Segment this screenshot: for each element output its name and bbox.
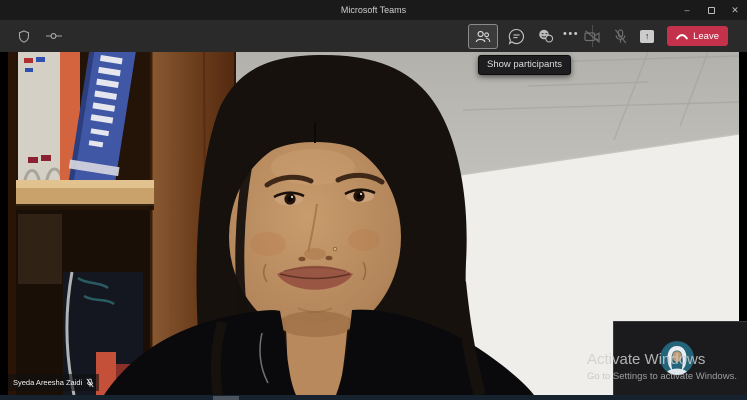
window-title: Microsoft Teams bbox=[341, 5, 406, 15]
close-button[interactable]: ✕ bbox=[723, 0, 747, 20]
leave-button[interactable]: Leave bbox=[667, 26, 728, 46]
show-participants-button[interactable] bbox=[468, 24, 498, 49]
camera-off-icon bbox=[584, 30, 601, 43]
muted-mic-icon bbox=[86, 378, 94, 388]
maximize-icon bbox=[708, 7, 715, 14]
window-controls: – ✕ bbox=[675, 0, 747, 20]
participant-name: Syeda Areesha Zaidi bbox=[13, 378, 82, 387]
maximize-button[interactable] bbox=[699, 0, 723, 20]
window-bottom-border bbox=[0, 395, 747, 400]
slider-icon[interactable] bbox=[46, 32, 62, 40]
chat-button[interactable] bbox=[505, 24, 527, 49]
share-arrow-icon: ↑ bbox=[645, 32, 650, 41]
teams-window: Microsoft Teams – ✕ bbox=[0, 0, 747, 400]
more-options-button[interactable]: ••• bbox=[563, 29, 579, 44]
close-icon: ✕ bbox=[731, 5, 739, 16]
shield-icon[interactable] bbox=[18, 30, 30, 43]
hang-up-icon bbox=[676, 33, 688, 40]
reactions-button[interactable] bbox=[534, 24, 556, 49]
self-avatar bbox=[660, 341, 694, 375]
title-bar: Microsoft Teams – ✕ bbox=[0, 0, 747, 20]
toolbar-right-group: ↑ Leave bbox=[584, 20, 728, 52]
minimize-button[interactable]: – bbox=[675, 0, 699, 20]
participants-icon bbox=[475, 30, 491, 43]
share-screen-button[interactable]: ↑ bbox=[640, 30, 654, 43]
toolbar-center-group: ••• bbox=[468, 20, 593, 52]
minimize-icon: – bbox=[684, 5, 689, 15]
meeting-stage: Show participants Syeda Areesha Zaidi bbox=[0, 52, 747, 395]
show-participants-tooltip: Show participants bbox=[478, 55, 571, 75]
participant-name-label: Syeda Areesha Zaidi bbox=[8, 374, 99, 391]
meeting-toolbar: ••• ↑ bbox=[0, 20, 747, 52]
window-resize-notch[interactable] bbox=[213, 396, 239, 400]
self-view-tile[interactable] bbox=[613, 321, 747, 395]
mic-off-icon bbox=[614, 29, 627, 44]
chat-icon bbox=[508, 28, 525, 45]
reactions-icon bbox=[537, 28, 554, 44]
toolbar-left-group bbox=[18, 20, 62, 52]
mic-off-button[interactable] bbox=[614, 29, 627, 44]
leave-label: Leave bbox=[693, 31, 719, 42]
camera-off-button[interactable] bbox=[584, 30, 601, 43]
